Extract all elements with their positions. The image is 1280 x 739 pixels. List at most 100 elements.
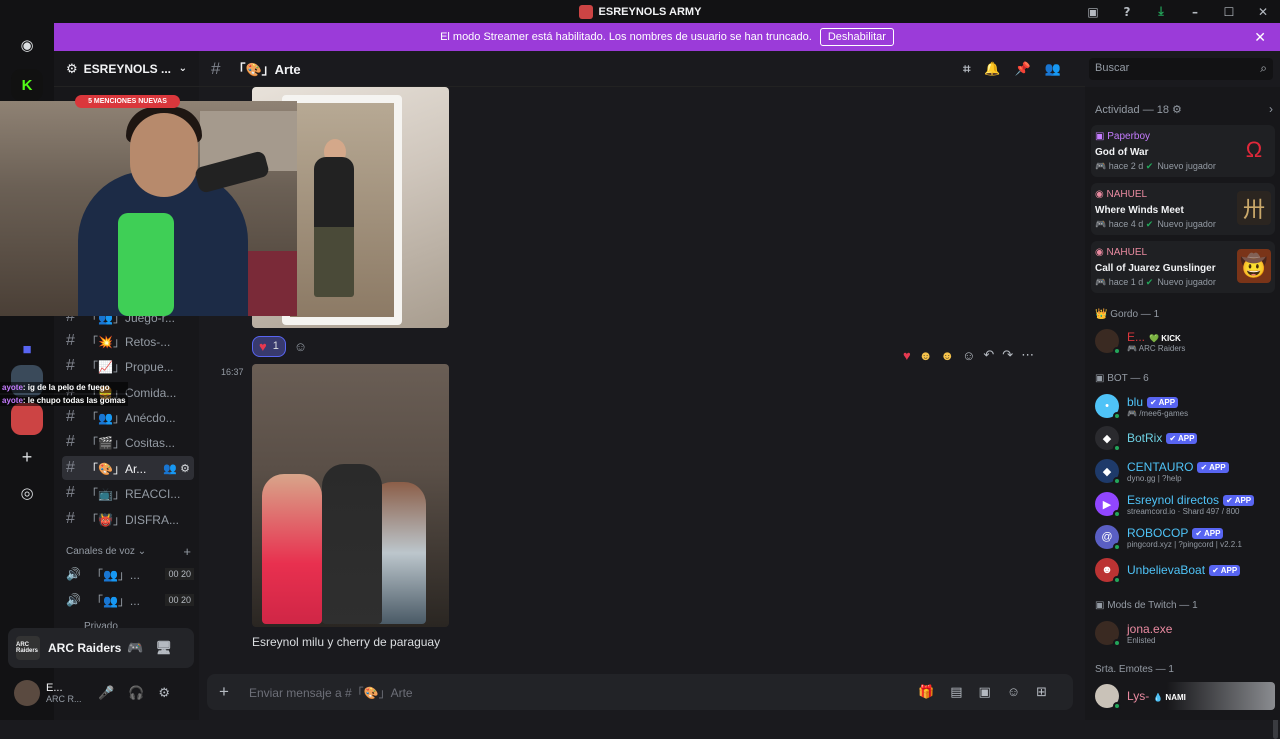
avatar: @ [1095,525,1121,551]
avatar [1095,329,1121,355]
channel-item[interactable]: # 「📈」Propue... [62,354,194,378]
game-art: 卅 [1237,191,1271,225]
member-group-header: 👑 Gordo — 1 [1095,309,1160,320]
voice-channel[interactable]: 🔊 「👥」... 00 20 [62,589,194,611]
window-controls: ▣ ? ⤓ – ☐ ✕ [1076,0,1280,23]
maximize-icon[interactable]: ☐ [1212,5,1246,19]
activity-card[interactable]: ◉ NAHUEL Call of Juarez Gunslinger 🎮 hac… [1091,241,1275,293]
member-item[interactable]: @ ROBOCOP ✔ APP pingcord.xyz | ?pingcord |… [1095,523,1275,551]
member-group-header: Srta. Emotes — 1 [1095,664,1174,675]
message-composer[interactable]: + Enviar mensaje a #「🎨」Arte 🎁▤▣☺⊞ [207,674,1073,710]
title-bar: ESREYNOLS ARMY ▣ ? ⤓ – ☐ ✕ [0,0,1280,23]
channel-item-arte[interactable]: # 「🎨」Ar... 👥 ⚙ [62,456,194,480]
member-item[interactable]: ◆ BotRix ✔ APP [1095,424,1275,452]
channel-label: 「📈」Propue... [86,359,174,374]
member-item[interactable]: ▶ Esreynol directos ✔ APP streamcord.io · … [1095,490,1275,518]
member-item[interactable]: ◆ CENTAURO ✔ APP dyno.gg | ?help [1095,457,1275,485]
avatar [1095,684,1121,710]
channel-label: 「💥」Retos-... [86,334,171,349]
photo-person [322,464,382,624]
chat-line: ayote: ig de la pelo de fuego [0,382,128,393]
window-title: ESREYNOLS ARMY [598,5,702,18]
photo-person [262,474,322,624]
user-controls[interactable]: 🎤🎧⚙ [98,685,184,701]
add-reaction-icon[interactable]: ☺ [294,339,307,354]
channel-title: 「🎨」Arte [232,62,301,77]
add-channel-icon[interactable]: + [183,544,191,559]
channel-item[interactable]: # 「👥」Anécdo... [62,405,194,429]
activity-card[interactable]: ◉ NAHUEL Where Winds Meet 🎮 hace 4 d ✔ Nu… [1091,183,1275,235]
glasses-emoji-icon[interactable]: ☻ [940,348,954,363]
search-placeholder: Buscar [1095,62,1130,74]
discover-icon[interactable]: ◎ [11,477,43,509]
activity-game: Where Winds Meet [1095,205,1184,216]
download-icon[interactable]: ⤓ [1144,4,1178,19]
voice-channels-header[interactable]: Canales de voz ⌄ + [66,544,191,559]
discord-home-icon[interactable]: ◉ [11,29,43,61]
activity-panel[interactable]: ARC Raiders ARC Raiders 🎮🖥 [8,628,194,668]
minimize-icon[interactable]: – [1178,5,1212,19]
add-reaction-icon[interactable]: ☺ [962,348,975,363]
folder-icon[interactable]: ■ [11,333,43,365]
channel-label: 「👹」DISFRA... [86,512,179,527]
channel-item[interactable]: # 「📺」REACCI... [62,481,194,505]
composer-toolbar[interactable]: 🎁▤▣☺⊞ [918,684,1063,700]
channel-item[interactable]: # 「👹」DISFRA... [62,507,194,531]
banner-close-icon[interactable]: ✕ [1254,29,1266,46]
member-item[interactable]: E... 💚 KICK 🎮 ARC Raiders [1095,327,1275,355]
hash-icon: # [211,58,221,78]
hash-icon: # [66,484,75,501]
laugh-emoji-icon[interactable]: ☻ [919,348,933,363]
search-icon: ⌕ [1260,61,1267,75]
activity-controls[interactable]: 🎮🖥 [127,640,184,656]
inbox-icon[interactable]: ▣ [1076,5,1110,19]
chevron-right-icon[interactable]: › [1269,102,1273,116]
member-item[interactable]: jona.exe Enlisted [1095,619,1275,647]
invite-settings-icons[interactable]: 👥 ⚙ [163,462,190,475]
game-art: Ω [1245,137,1263,162]
activity-card[interactable]: ▣ Paperboy God of War 🎮 hace 2 d ✔ Nuevo … [1091,125,1275,177]
add-server-icon[interactable]: + [11,441,43,473]
avatar: ◆ [1095,459,1121,485]
new-mentions-badge[interactable]: 5 MENCIONES NUEVAS [75,95,180,108]
activity-user: ◉ NAHUEL [1095,247,1148,258]
heart-reaction[interactable]: ♥ 1 [252,335,286,357]
channel-item[interactable]: # 「🎬」Cositas... [62,430,194,454]
message-image-group[interactable] [252,364,449,627]
server-settings-icon: ⚙ [66,60,78,76]
channel-label: 「📺」REACCI... [86,486,181,501]
help-icon[interactable]: ? [1110,5,1144,19]
message-text: Esreynol milu y cherry de paraguay [252,635,441,649]
activity-meta: 🎮 hace 2 d ✔ Nuevo jugador [1095,161,1216,171]
member-item[interactable]: ☻ UnbelievaBoat ✔ APP [1095,556,1275,584]
search-input[interactable]: Buscar ⌕ [1089,58,1273,80]
channel-item[interactable]: # 「💥」Retos-... [62,329,194,353]
member-item[interactable]: Lys- 💧 NAMI [1095,682,1275,710]
composer-placeholder: Enviar mensaje a #「🎨」Arte [248,685,413,700]
webcam-overlay [0,101,297,316]
member-group-header: ▣ Mods de Twitch — 1 [1095,600,1198,611]
reaction-row: ♥ 1 ☺ [252,335,307,357]
header-toolbar[interactable]: ⌗🔔📌👥 [963,61,1075,77]
kick-server-icon[interactable]: K [11,69,43,101]
avatar: • [1095,394,1121,420]
avatar[interactable] [14,680,40,706]
close-icon[interactable]: ✕ [1246,5,1280,19]
reply-icon[interactable]: ↶ [983,347,994,363]
heart-icon[interactable]: ♥ [903,348,911,363]
activity-header[interactable]: Actividad — 18 ⚙ › [1095,102,1273,116]
activity-header-label: Actividad — 18 [1095,104,1169,116]
attach-icon[interactable]: + [219,682,229,702]
voice-channel[interactable]: 🔊 「👥」... 00 20 [62,563,194,585]
more-icon[interactable]: ⋯ [1021,347,1034,363]
voice-channel-label: 「👥」... [90,567,140,582]
server-header[interactable]: ⚙ ESREYNOLS ... ⌄ [54,51,199,87]
activity-game: Call of Juarez Gunslinger [1095,263,1216,274]
disable-streamer-button[interactable]: Deshabilitar [819,28,894,46]
user-panel[interactable]: E... ARC R... 🎤🎧⚙ [8,672,194,714]
channel-label: 「🎨」Ar... [86,461,147,476]
member-item[interactable]: • blu ✔ APP 🎮 /mee6-games [1095,392,1275,420]
forward-icon[interactable]: ↷ [1002,347,1013,363]
activity-game: God of War [1095,147,1149,158]
photo-person [314,157,354,297]
